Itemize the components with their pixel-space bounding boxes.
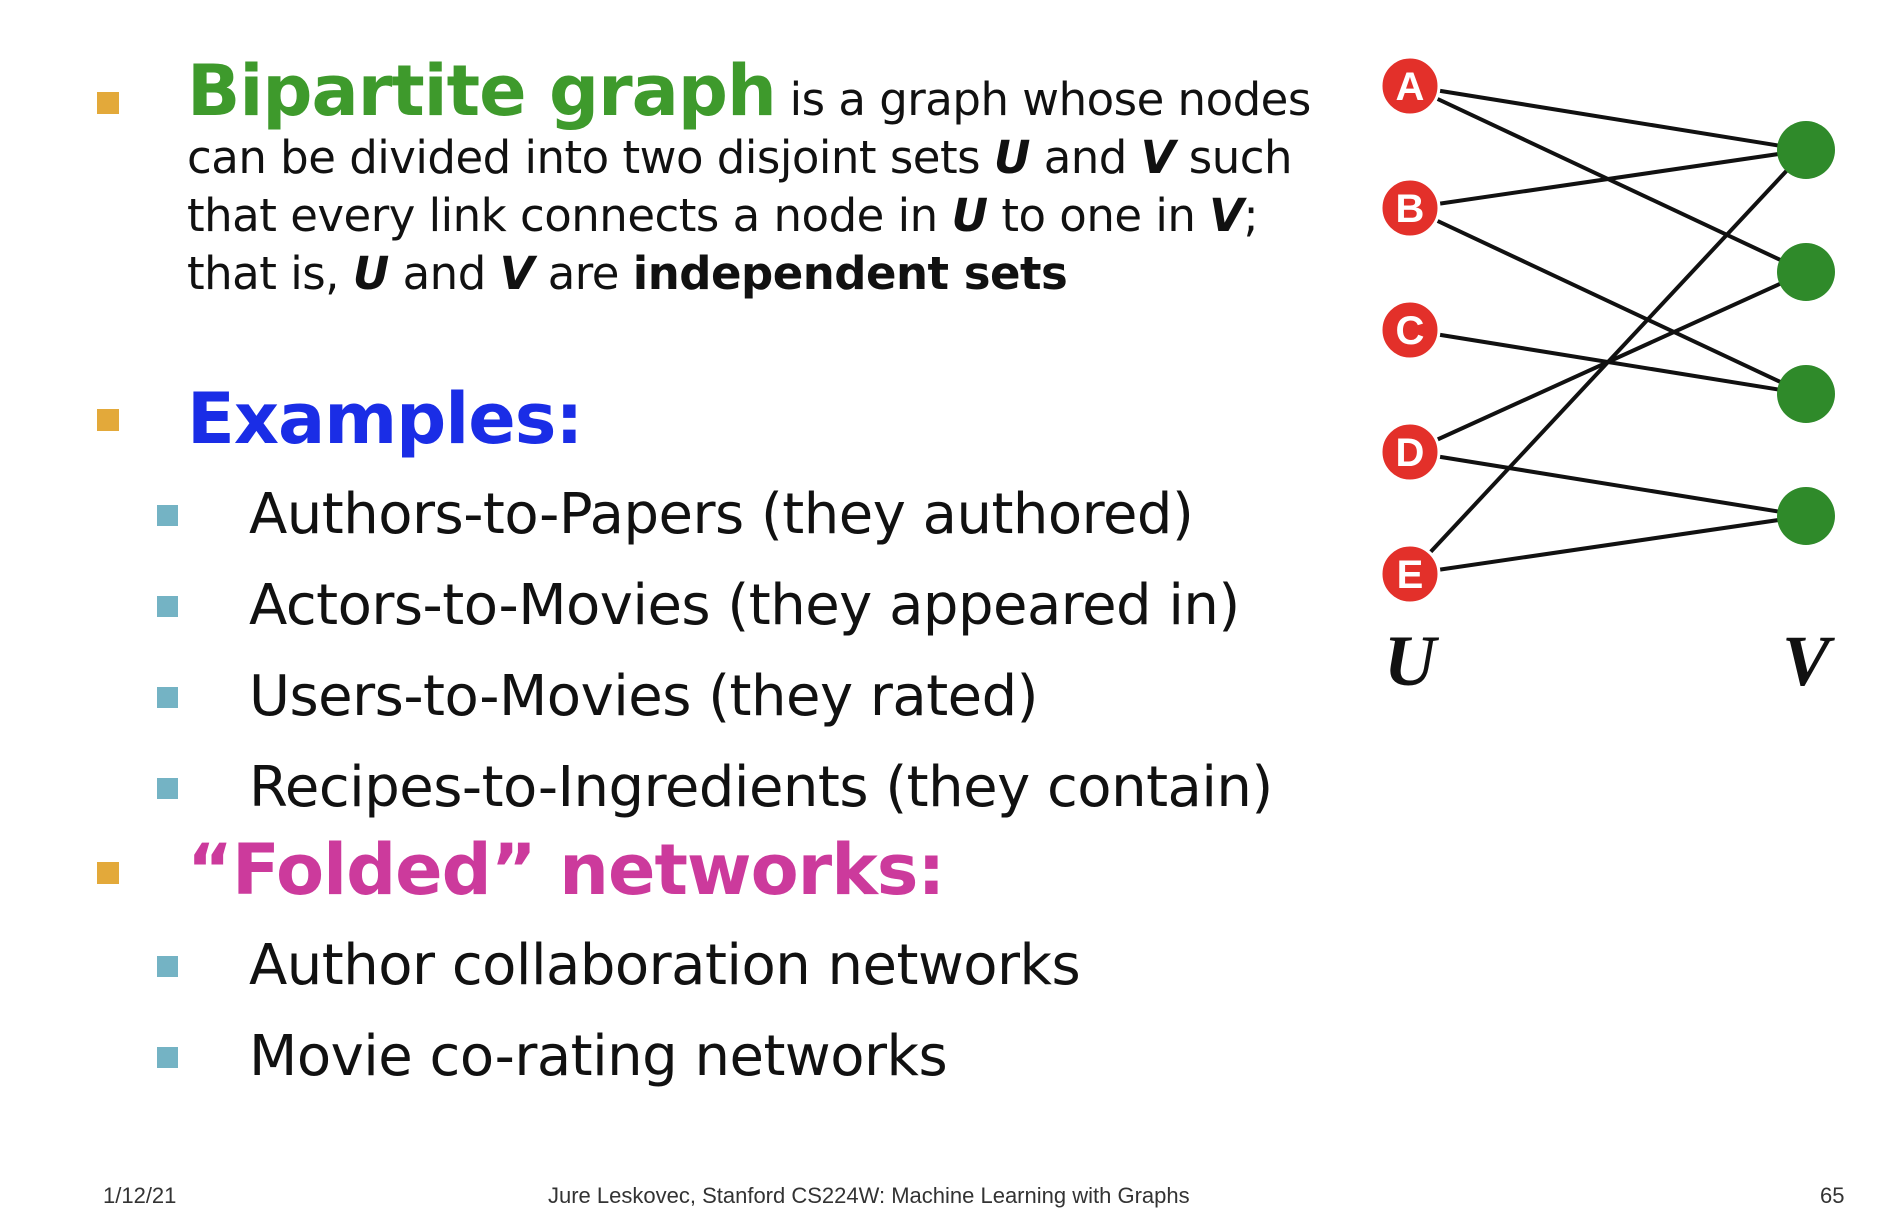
- footer-date: 1/12/21: [103, 1183, 177, 1208]
- u-node-label: A: [1396, 65, 1425, 109]
- u-node-label: C: [1396, 309, 1425, 353]
- footer-title: Jure Leskovec, Stanford CS224W: Machine …: [548, 1183, 1190, 1208]
- v-node: [1777, 365, 1835, 423]
- graph-edge: [1409, 514, 1807, 576]
- slide: Bipartite graph is a graph whose nodes c…: [0, 0, 1900, 1211]
- graph-edge: [1409, 450, 1807, 518]
- v-node: [1777, 243, 1835, 301]
- u-set-label: U: [1384, 621, 1440, 701]
- bipartite-graph-diagram: A B C D EU V: [1379, 55, 1835, 701]
- v-node: [1777, 121, 1835, 179]
- u-node-label: D: [1396, 431, 1425, 475]
- u-node-label: B: [1396, 187, 1425, 231]
- v-set-label: V: [1782, 621, 1835, 701]
- graph-edge: [1408, 148, 1808, 576]
- graph-edge: [1409, 148, 1807, 210]
- v-node: [1777, 487, 1835, 545]
- u-node-label: E: [1397, 553, 1424, 597]
- page-number: 65: [1820, 1183, 1845, 1208]
- graph-edge: [1409, 84, 1807, 152]
